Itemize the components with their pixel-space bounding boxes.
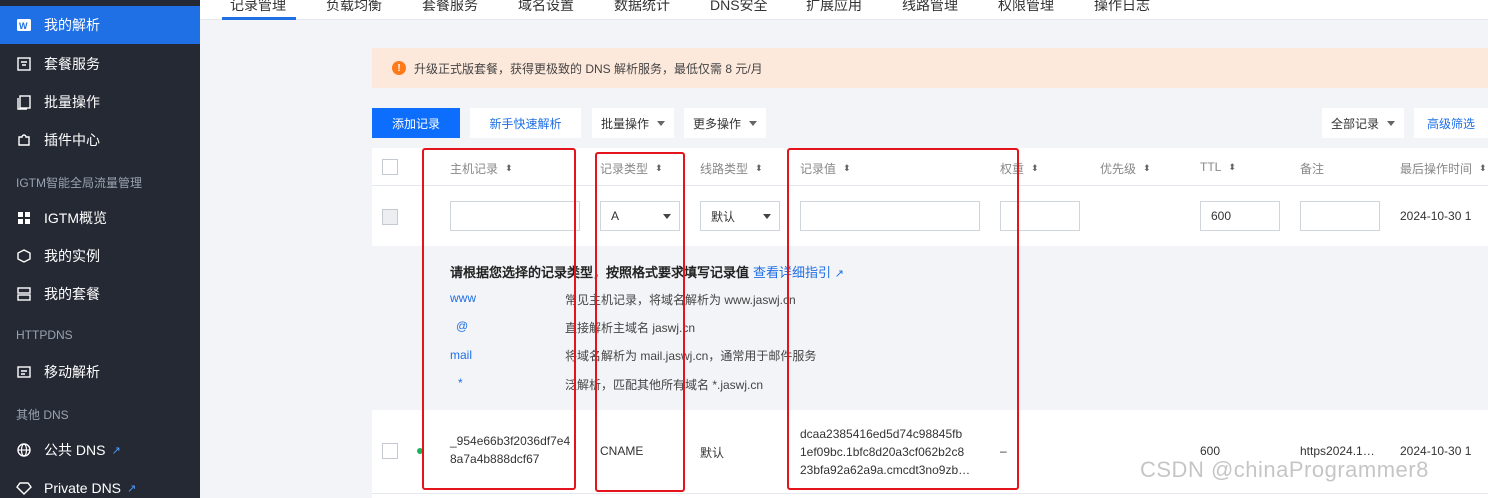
package-icon [16,56,32,72]
sidebar-item-instance[interactable]: 我的实例 [0,237,200,275]
cell-ttl: 600 [1200,444,1221,458]
sort-icon[interactable]: ⬍ [1143,163,1151,174]
plugin-icon [16,132,32,148]
tab-domain-settings[interactable]: 域名设置 [518,0,574,15]
annotation-box-type [595,152,685,492]
header-label: 线路类型 [700,162,749,176]
external-link-icon: ↗ [127,482,137,495]
advanced-filter-button[interactable]: 高级筛选 [1414,108,1488,138]
sidebar-group-httpdns: HTTPDNS [16,328,73,342]
tab-extensions[interactable]: 扩展应用 [806,0,862,15]
header-label: 备注 [1300,162,1325,176]
chevron-down-icon [1387,120,1395,126]
sidebar-item-label: 移动解析 [44,364,100,380]
batch-operations-dropdown[interactable]: 批量操作 [592,108,674,138]
sidebar-item-mobile-dns[interactable]: 移动解析 [0,353,200,391]
header-last-modified[interactable]: 最后操作时间 ⬍ [1400,160,1487,177]
sidebar-group-other-dns: 其他 DNS [16,408,69,422]
external-link-icon: ↗ [111,444,121,457]
header-remark: 备注 [1300,160,1324,177]
sidebar-item-package[interactable]: 套餐服务 [0,45,200,83]
sidebar-item-label: IGTM概览 [44,210,107,226]
upgrade-banner: ! 升级正式版套餐，获得更极致的 DNS 解析服务，最低仅需 8 元/月 [372,48,1488,88]
row-checkbox[interactable] [382,443,398,459]
add-record-button[interactable]: 添加记录 [372,108,460,138]
globe-icon [16,442,32,458]
header-label: 优先级 [1100,162,1137,176]
edit-row-time: 2024-10-30 1 [1400,209,1472,223]
sidebar-item-label: Private DNS [44,480,122,496]
sort-icon[interactable]: ⬍ [1479,163,1487,174]
active-tab-indicator [222,17,296,20]
sidebar-item-label: 我的套餐 [44,286,100,302]
sidebar-item-label: 我的解析 [44,17,100,33]
all-records-label: 全部记录 [1330,116,1379,131]
tab-load-balance[interactable]: 负载均衡 [326,0,382,15]
sidebar-group-igtm: IGTM智能全局流量管理 [16,176,142,190]
tab-line-management[interactable]: 线路管理 [902,0,958,15]
ttl-input[interactable]: 600 [1200,201,1280,231]
quick-setup-button[interactable]: 新手快速解析 [470,108,581,138]
domain-w-icon: W [16,17,32,33]
line-type-value: 默认 [711,209,736,224]
plan-icon [16,286,32,302]
tab-statistics[interactable]: 数据统计 [614,0,670,15]
sidebar-item-private-dns[interactable]: Private DNS ↗ [0,469,200,498]
batch-label: 批量操作 [600,116,649,131]
instance-icon [16,248,32,264]
grid-icon [16,210,32,226]
sidebar-item-batch[interactable]: 批量操作 [0,83,200,121]
tab-package-service[interactable]: 套餐服务 [422,0,478,15]
annotation-box-value [787,148,1019,490]
tab-record-management[interactable]: 记录管理 [230,0,286,15]
sidebar-item-label: 套餐服务 [44,56,100,72]
cell-remark: https2024.1… [1300,444,1375,458]
row-checkbox-disabled [382,209,398,225]
chevron-down-icon [763,214,771,219]
svg-text:W: W [19,21,28,31]
sort-icon[interactable]: ⬍ [1228,162,1236,173]
all-records-dropdown[interactable]: 全部记录 [1322,108,1404,138]
remark-input[interactable] [1300,201,1380,231]
header-ttl[interactable]: TTL ⬍ [1200,160,1236,174]
header-label: 最后操作时间 [1400,162,1473,176]
tab-bar: 记录管理 负载均衡 套餐服务 域名设置 数据统计 DNS安全 扩展应用 线路管理… [200,0,1488,20]
sidebar-item-igtm-overview[interactable]: IGTM概览 [0,199,200,237]
sidebar-item-plan[interactable]: 我的套餐 [0,275,200,313]
annotation-box-host [422,148,576,490]
sidebar-item-label: 插件中心 [44,132,100,148]
tab-operation-log[interactable]: 操作日志 [1094,0,1150,15]
sort-icon[interactable]: ⬍ [755,163,763,174]
sidebar-item-label: 公共 DNS [44,442,106,458]
header-line[interactable]: 线路类型 ⬍ [700,160,763,177]
sidebar-item-label: 批量操作 [44,94,100,110]
more-operations-dropdown[interactable]: 更多操作 [684,108,766,138]
tab-dns-security[interactable]: DNS安全 [710,0,768,15]
line-type-select[interactable]: 默认 [700,201,780,231]
warning-icon: ! [392,61,406,75]
watermark: CSDN @chinaProgrammer8 [1140,457,1429,482]
cell-line: 默认 [700,446,725,460]
sidebar: W 我的解析 套餐服务 批量操作 插件中心 IGTM智能全局流量管理 IGTM概… [0,0,200,498]
chevron-down-icon [657,120,665,126]
header-label: TTL [1200,160,1222,174]
sort-icon[interactable]: ⬍ [1031,163,1039,174]
chevron-down-icon [749,120,757,126]
sidebar-item-public-dns[interactable]: 公共 DNS ↗ [0,431,200,469]
batch-icon [16,94,32,110]
cell-last-modified: 2024-10-30 1 [1400,444,1472,458]
tab-permissions[interactable]: 权限管理 [998,0,1054,15]
sidebar-item-my-dns[interactable]: W 我的解析 [0,6,200,44]
sidebar-item-plugin[interactable]: 插件中心 [0,121,200,159]
mobile-dns-icon [16,364,32,380]
diamond-icon [16,480,32,496]
sidebar-item-label: 我的实例 [44,248,100,264]
banner-text: 升级正式版套餐，获得更极致的 DNS 解析服务，最低仅需 8 元/月 [414,61,763,76]
header-priority[interactable]: 优先级 ⬍ [1100,160,1151,177]
select-all-checkbox[interactable] [382,159,398,175]
more-label: 更多操作 [692,116,741,131]
